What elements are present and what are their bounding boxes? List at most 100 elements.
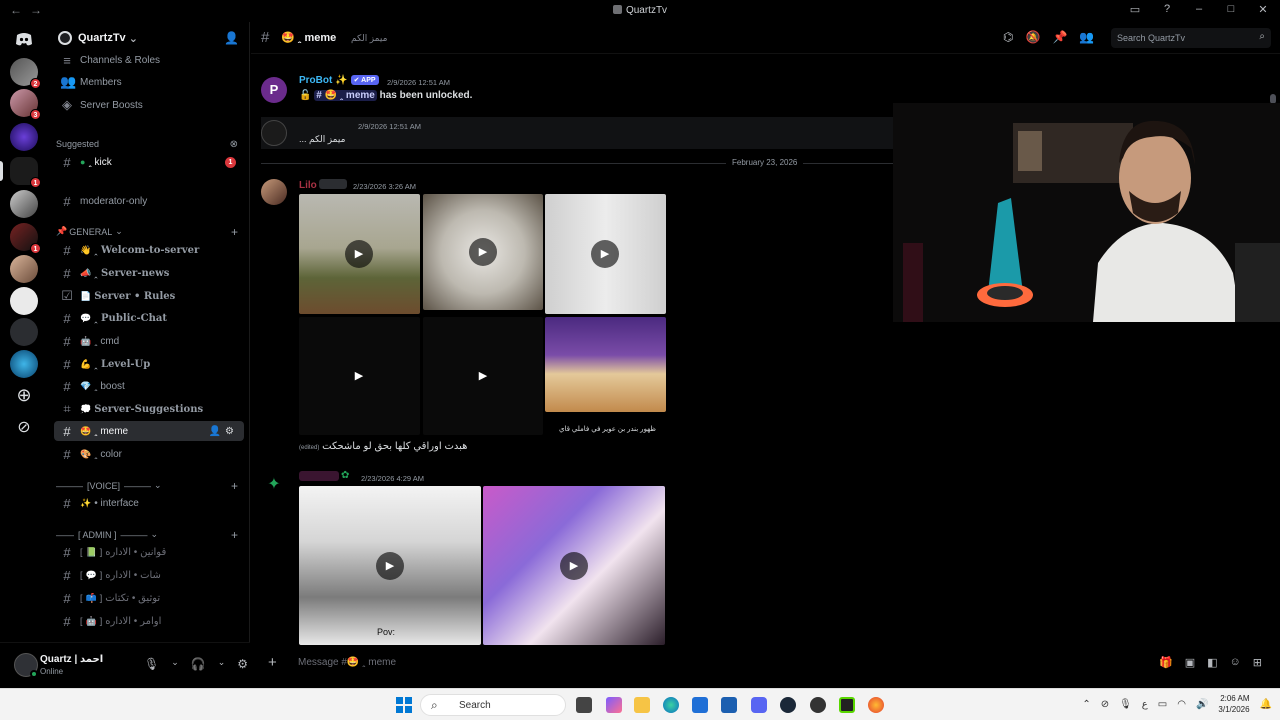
sidebar-item-suggestions[interactable]: ⌗ 💭 Server-Suggestions [54,399,244,419]
microphone-icon[interactable]: 🎙 [144,657,159,671]
monitor-icon[interactable]: ▭ [1158,699,1167,710]
server-icon-10[interactable] [10,350,38,378]
user-settings-gear-icon[interactable]: ⚙ [237,657,248,671]
create-channel-icon[interactable]: + [231,528,238,542]
sidebar-item-interface[interactable]: # ✨ • interface [54,493,244,513]
probot-username[interactable]: ProBot ✨ ✔ APP [299,75,379,86]
sidebar-item-rules[interactable]: ☑ 📄 Server • Rules [54,286,244,306]
server-icon-5[interactable] [10,190,38,218]
apps-icon[interactable]: ⊞ [1253,656,1262,669]
server-icon-7[interactable] [10,255,38,283]
network-icon[interactable]: ⊘ [1101,699,1109,710]
nvidia-icon[interactable] [839,697,855,713]
sidebar-item-moderator-only[interactable]: # moderator-only [54,191,244,211]
sidebar-item-admin-commands[interactable]: # [🤖] اوامر • الاداره [54,611,244,631]
server-icon-1[interactable]: 2 [10,58,41,89]
sidebar-item-kick[interactable]: # ● ꞈ kick 1 [54,152,244,172]
lilo-avatar[interactable] [261,179,287,205]
edge-icon[interactable] [663,697,679,713]
outlook-icon[interactable] [721,697,737,713]
start-windows-icon[interactable] [396,697,412,713]
volume-icon[interactable]: 🔊 [1196,699,1208,710]
store-icon[interactable] [692,697,708,713]
sidebar-item-admin-chat[interactable]: # [💬] شات • الاداره [54,565,244,585]
play-icon[interactable]: ▶ [376,552,404,580]
play-icon[interactable]: ▶ [469,362,497,390]
user-avatar[interactable]: ✦ [261,472,287,498]
sidebar-item-meme[interactable]: # 🤩 ꞈ meme 👤⚙ [54,421,244,441]
maximize-button[interactable]: □ [1224,3,1238,16]
video-attachment[interactable]: ▶ [483,486,665,645]
invite-icon[interactable]: 👤 [209,426,225,437]
sidebar-item-boost[interactable]: # 💎 ꞈ boost [54,376,244,396]
video-attachment[interactable]: ▶ Pov: [299,486,481,645]
sidebar-item-admin-tickets[interactable]: # [📫] توثيق • تكتات [54,588,244,608]
gift-icon[interactable]: 🎁 [1159,656,1173,669]
server-icon-6[interactable]: 1 [10,223,41,254]
video-attachment[interactable]: ▶ [299,317,420,435]
image-attachment[interactable] [545,317,666,412]
search-input[interactable]: Search QuartzTv ⌕ [1111,28,1271,48]
discover-compass-icon[interactable]: ⊘ [10,414,38,442]
settings-gear-icon[interactable]: ⚙ [225,426,238,437]
threads-icon[interactable]: ⌬ [1003,30,1013,44]
help-icon[interactable]: ? [1160,3,1174,16]
sidebar-item-admin-rules[interactable]: # [📗] قوانين • الاداره [54,542,244,562]
invite-people-icon[interactable]: 👤 [224,31,239,45]
server-icon-quartztv[interactable]: 1 [10,157,41,188]
category-voice[interactable]: ——— [VOICE] ——— ⌄ + [56,479,244,493]
steam-icon[interactable] [780,697,796,713]
chevron-down-icon[interactable]: ⌄ [218,657,226,671]
sidebar-item-welcome[interactable]: # 👋 ꞈ Welcom-to-server [54,240,244,260]
mute-bell-icon[interactable]: 🔕 [1025,30,1040,44]
sidebar-item-server-news[interactable]: # 📣 ꞈ Server-news [54,263,244,283]
microphone-icon[interactable]: 🎙 [1119,699,1132,710]
play-icon[interactable]: ▶ [345,240,373,268]
server-icon-8[interactable] [10,287,38,315]
wifi-icon[interactable]: ◠ [1177,699,1186,710]
close-button[interactable]: ✕ [1256,3,1270,16]
home-discord-icon[interactable] [10,25,38,53]
quartz-avatar[interactable] [261,120,287,146]
gif-icon[interactable]: ▣ [1185,656,1195,669]
play-icon[interactable]: ▶ [560,552,588,580]
play-icon[interactable]: ▶ [469,238,497,266]
add-attachment-icon[interactable]: + [268,654,277,671]
obs-icon[interactable] [810,697,826,713]
discord-taskbar-icon[interactable] [751,697,767,713]
user-name[interactable]: Quartz | احمد [40,654,103,665]
copilot-icon[interactable] [606,697,622,713]
server-boosts-item[interactable]: ◈ Server Boosts [54,95,244,115]
lilo-username[interactable]: Lilo [299,180,317,191]
play-icon[interactable]: ▶ [591,240,619,268]
create-channel-icon[interactable]: + [231,225,238,239]
task-view-icon[interactable] [576,697,592,713]
sticker-icon[interactable]: ◧ [1207,656,1217,669]
server-icon-2[interactable]: 3 [10,89,41,120]
video-attachment[interactable]: ▶ [423,194,543,310]
video-attachment[interactable]: ▶ [299,194,420,314]
chevron-up-icon[interactable]: ⌃ [1082,699,1090,710]
video-attachment[interactable]: ▶ [423,317,543,435]
clock[interactable]: 2:06 AM 3/1/2026 [1218,693,1249,715]
channel-mention[interactable]: # 🤩 ꞈ meme [314,90,377,101]
sidebar-item-color[interactable]: # 🎨 ꞈ color [54,444,244,464]
headphones-icon[interactable]: 🎧 [191,657,206,671]
add-server-icon[interactable]: ⊕ [10,382,38,410]
emoji-icon[interactable]: ☺ [1230,656,1241,669]
category-general[interactable]: 📌 GENERAL ⌄ + [56,225,244,239]
file-explorer-icon[interactable] [634,697,650,713]
sidebar-item-level-up[interactable]: # 💪 ꞈ Level-Up [54,354,244,374]
members-item[interactable]: 👥 Members [54,72,244,92]
minimize-button[interactable]: – [1192,3,1206,16]
category-admin[interactable]: —— [ ADMIN ] ——— ⌄ + [56,528,244,542]
probot-avatar[interactable]: P [261,77,287,103]
server-icon-3[interactable] [10,123,38,151]
channels-roles-item[interactable]: ≡ Channels & Roles [54,50,244,70]
server-icon-9[interactable] [10,318,38,346]
play-icon[interactable]: ▶ [345,362,373,390]
message-input[interactable]: Message #🤩 ꞈ meme [298,657,396,668]
video-attachment[interactable]: ▶ [545,194,666,314]
pinned-messages-icon[interactable]: 📌 [1052,30,1067,44]
dismiss-icon[interactable]: ⊗ [230,139,238,150]
